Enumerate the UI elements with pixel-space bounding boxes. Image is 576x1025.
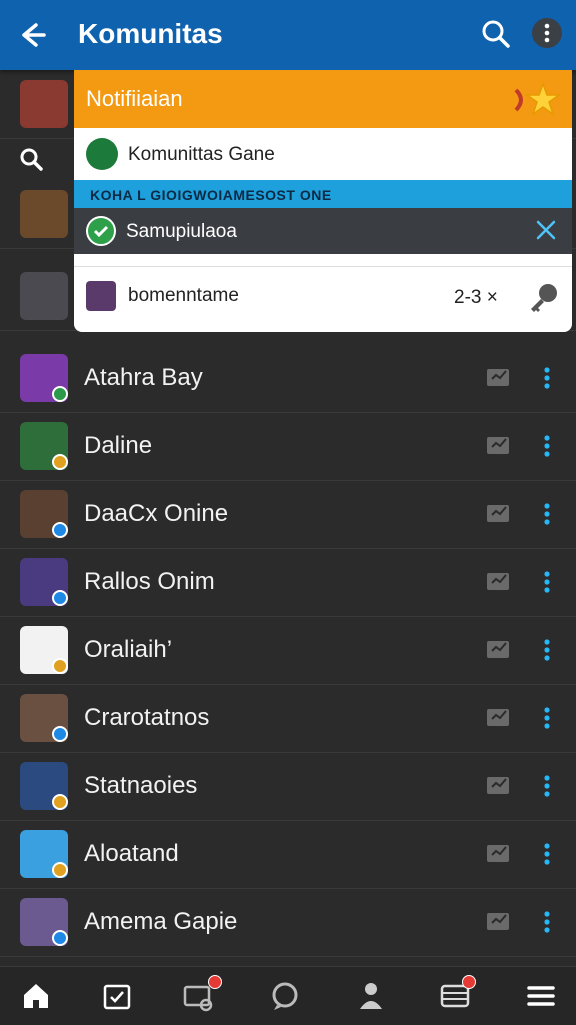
list-item[interactable]: Oraliaih’ bbox=[0, 616, 576, 685]
status-badge bbox=[52, 522, 68, 538]
compose-icon[interactable] bbox=[486, 638, 512, 660]
star-icon bbox=[514, 81, 562, 116]
notification-badge bbox=[208, 975, 222, 989]
back-arrow-icon[interactable] bbox=[14, 17, 50, 53]
compose-icon[interactable] bbox=[486, 502, 512, 524]
more-options-icon[interactable] bbox=[540, 636, 554, 664]
community-avatar bbox=[20, 190, 68, 238]
status-badge bbox=[52, 862, 68, 878]
notification-item-selected[interactable]: Samupiulaoa bbox=[74, 208, 572, 254]
list-item[interactable]: Aloatand bbox=[0, 820, 576, 889]
community-name: DaaCx Onine bbox=[84, 500, 229, 527]
key-icon[interactable] bbox=[526, 281, 560, 315]
notification-item-label: bomenntame bbox=[128, 285, 239, 306]
compose-icon[interactable] bbox=[486, 434, 512, 456]
notification-item[interactable]: bomenntame 2-3 × bbox=[74, 266, 572, 327]
more-options-icon[interactable] bbox=[540, 432, 554, 460]
community-name: Oraliaih’ bbox=[84, 636, 173, 663]
app-bar: Komunitas bbox=[0, 0, 576, 70]
more-options-icon[interactable] bbox=[540, 364, 554, 392]
close-icon[interactable] bbox=[534, 218, 558, 242]
notification-title: Notifiiaian bbox=[86, 86, 183, 111]
more-options-icon[interactable] bbox=[540, 840, 554, 868]
compose-icon[interactable] bbox=[486, 774, 512, 796]
more-options-icon[interactable] bbox=[540, 908, 554, 936]
list-item[interactable]: Amema Gapie bbox=[0, 888, 576, 957]
compose-icon[interactable] bbox=[486, 910, 512, 932]
community-logo-icon bbox=[86, 138, 118, 170]
bottom-navigation bbox=[0, 966, 576, 1025]
page-title: Komunitas bbox=[78, 18, 223, 49]
notification-item-label: Komunittas Gane bbox=[128, 144, 275, 165]
compose-icon[interactable] bbox=[486, 570, 512, 592]
status-badge bbox=[52, 794, 68, 810]
more-options-icon[interactable] bbox=[540, 568, 554, 596]
list-item[interactable]: Atahra Bay bbox=[0, 344, 576, 413]
tasks-icon[interactable] bbox=[100, 979, 134, 1013]
list-item[interactable]: Rallos Onim bbox=[0, 548, 576, 617]
more-options-icon[interactable] bbox=[540, 704, 554, 732]
list-item[interactable]: Daline bbox=[0, 412, 576, 481]
status-badge bbox=[52, 658, 68, 674]
status-badge bbox=[52, 726, 68, 742]
notification-count: 2-3 × bbox=[454, 287, 498, 308]
more-options-icon[interactable] bbox=[532, 18, 562, 48]
search-icon[interactable] bbox=[480, 18, 512, 50]
notification-item-label: Samupiulaoa bbox=[126, 221, 237, 242]
status-badge bbox=[52, 454, 68, 470]
status-badge bbox=[52, 590, 68, 606]
search-icon[interactable] bbox=[18, 146, 44, 172]
community-avatar bbox=[20, 272, 68, 320]
notification-header: Notifiiaian bbox=[74, 70, 572, 128]
community-name: Amema Gapie bbox=[84, 908, 238, 935]
check-badge-icon bbox=[86, 216, 116, 246]
list-item[interactable]: Statnaoies bbox=[0, 752, 576, 821]
status-badge bbox=[52, 386, 68, 402]
community-name: Aloatand bbox=[84, 840, 179, 867]
notification-list: Komunittas Gane KOHA L GIOIGWOIAMESOST O… bbox=[74, 128, 572, 332]
chat-icon[interactable] bbox=[268, 979, 302, 1013]
game-icon bbox=[86, 281, 116, 311]
community-name: Statnaoies bbox=[84, 772, 198, 799]
more-options-icon[interactable] bbox=[540, 500, 554, 528]
community-avatar bbox=[20, 80, 68, 128]
menu-icon[interactable] bbox=[524, 979, 558, 1013]
compose-icon[interactable] bbox=[486, 842, 512, 864]
notification-badge bbox=[462, 975, 476, 989]
notification-section-band: KOHA L GIOIGWOIAMESOST ONE bbox=[74, 180, 572, 208]
community-name: Atahra Bay bbox=[84, 364, 203, 391]
community-name: Rallos Onim bbox=[84, 568, 215, 595]
status-badge bbox=[52, 930, 68, 946]
notification-dropdown: Notifiiaian Komunittas Gane KOHA L GIOIG… bbox=[74, 70, 572, 332]
community-name: Daline bbox=[84, 432, 153, 459]
more-options-icon[interactable] bbox=[540, 772, 554, 800]
list-item[interactable]: DaaCx Onine bbox=[0, 480, 576, 549]
home-icon[interactable] bbox=[19, 979, 53, 1013]
compose-icon[interactable] bbox=[486, 706, 512, 728]
community-name: Crarotatnos bbox=[84, 704, 210, 731]
profile-icon[interactable] bbox=[354, 979, 388, 1013]
section-label: KOHA L GIOIGWOIAMESOST ONE bbox=[90, 187, 332, 203]
list-item[interactable]: Crarotatnos bbox=[0, 684, 576, 753]
compose-icon[interactable] bbox=[486, 366, 512, 388]
notification-item[interactable]: Komunittas Gane bbox=[74, 128, 572, 180]
